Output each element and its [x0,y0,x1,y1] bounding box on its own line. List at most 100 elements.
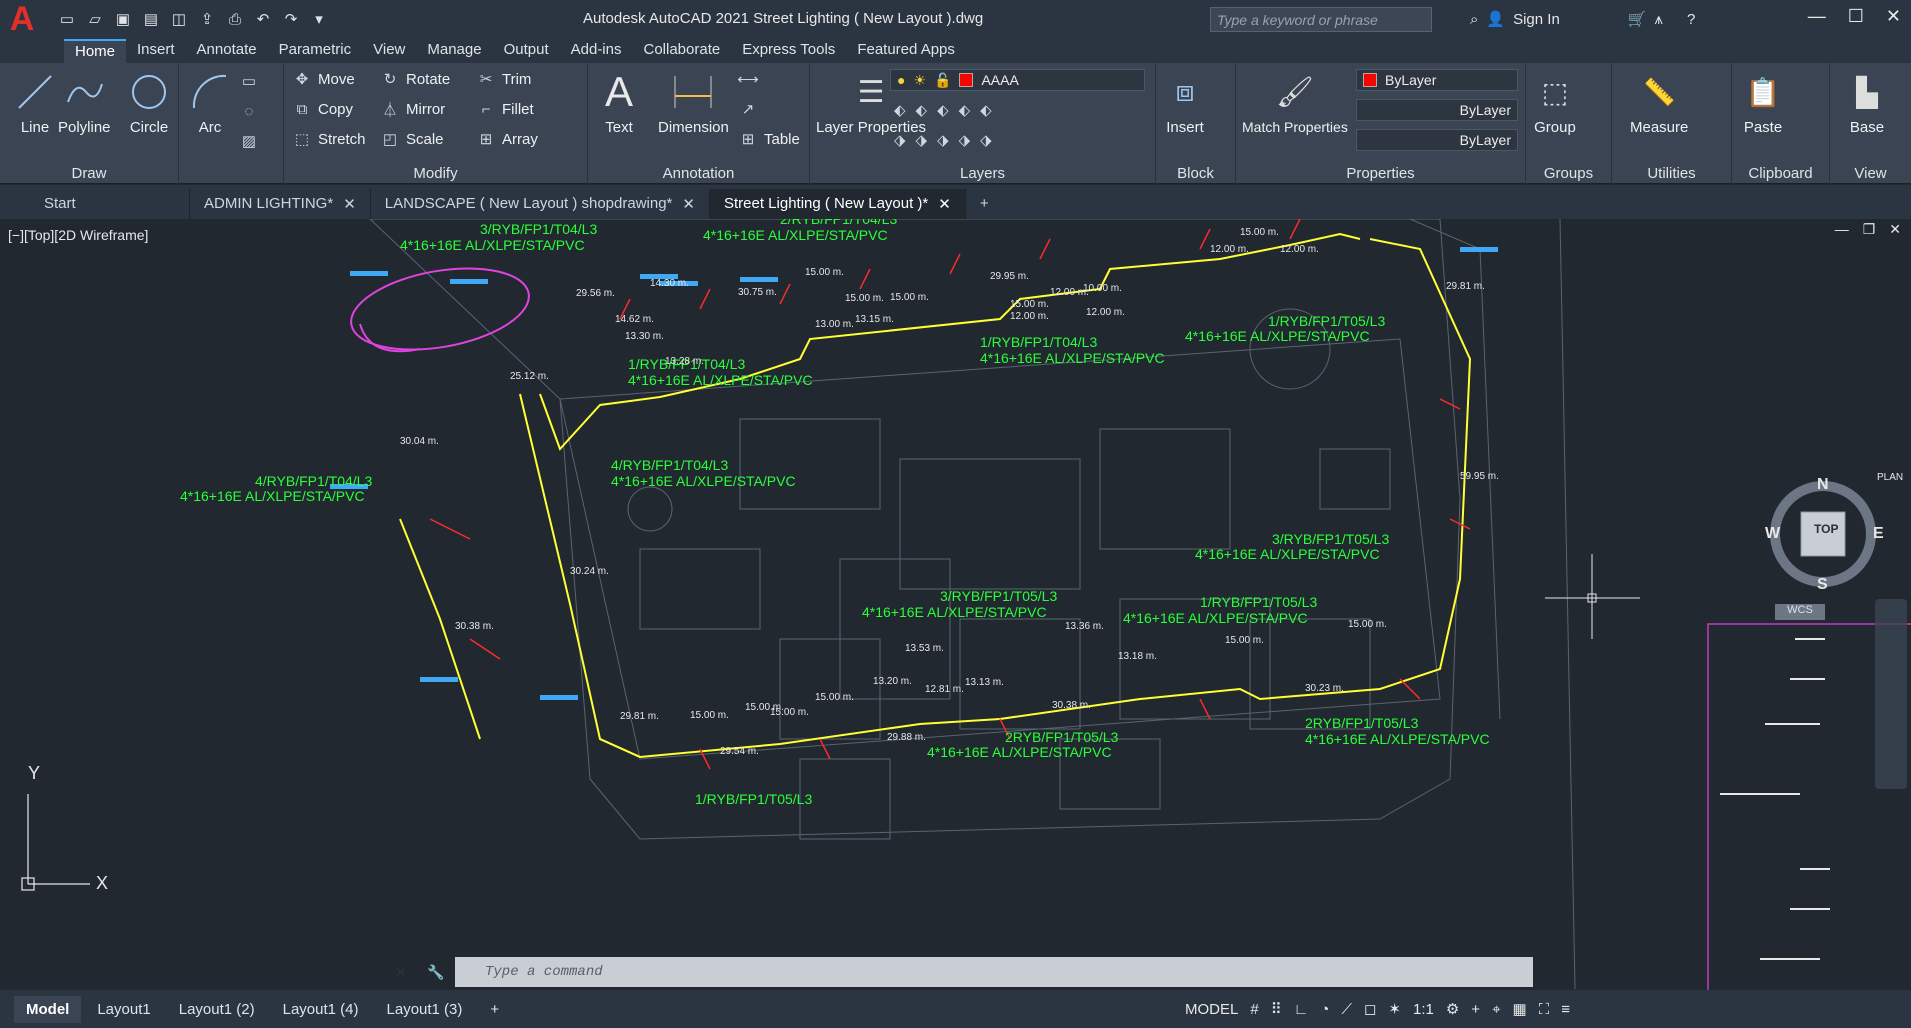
lineweight-dropdown[interactable]: ByLayer [1356,129,1518,151]
viewport-label[interactable]: [−][Top][2D Wireframe] [8,227,148,243]
insert-block-button[interactable]: ⧈ Insert [1162,69,1208,136]
base-view-button[interactable]: ▙ Base [1844,69,1890,137]
view-panel-title[interactable]: View [1830,165,1911,182]
modify-panel-title[interactable]: Modify [284,165,587,182]
snap-icon[interactable]: ⠿ [1271,1000,1282,1018]
groups-panel-title[interactable]: Groups [1526,165,1611,182]
paste-button[interactable]: 📋 Paste [1740,69,1786,137]
properties-panel-title[interactable]: Properties [1236,165,1525,182]
tab-manage[interactable]: Manage [416,39,492,63]
new-tab-button[interactable]: + [966,189,1003,219]
tab-annotate[interactable]: Annotate [186,39,268,63]
doc-tab-street-lighting[interactable]: Street Lighting ( New Layout )* ✕ [709,189,966,219]
open-web-icon[interactable]: ◫ [170,11,188,29]
tab-model[interactable]: Model [14,995,82,1023]
share-icon[interactable]: ⇪ [198,11,216,29]
close-icon[interactable]: ✕ [1886,6,1901,27]
layer-tools-row-1[interactable]: ⬖⬖⬖⬖⬖ [894,101,1002,119]
text-button[interactable]: A Text [596,68,642,136]
save-as-icon[interactable]: ▤ [142,11,160,29]
arc-button[interactable]: Arc [187,69,233,136]
drawing-canvas[interactable]: 3/RYB/FP1/T04/L3 4*16+16E AL/XLPE/STA/PV… [0,219,1911,990]
tab-parametric[interactable]: Parametric [268,39,363,63]
hatch-button[interactable]: ◌ [239,101,259,121]
viewcube-top-face[interactable]: TOP [1814,522,1838,536]
isolate-objects-icon[interactable]: ⌖ [1492,1001,1500,1018]
open-icon[interactable]: ▱ [86,11,104,29]
command-input[interactable]: Type a command [485,964,603,980]
tab-layout1-3[interactable]: Layout1 (3) [375,996,475,1023]
plot-icon[interactable]: ⎙ [226,11,244,29]
dimension-button[interactable]: Dimension [658,69,729,136]
sign-in[interactable]: ⌕ 👤 Sign In 🛒 ⩚ ? [1470,10,1695,29]
array-button[interactable]: ⊞ Array [476,129,538,149]
linetype-dropdown[interactable]: ByLayer [1356,99,1518,121]
viewcube-east[interactable]: E [1873,525,1884,543]
ortho-icon[interactable]: ∟ [1294,1001,1309,1018]
tab-collaborate[interactable]: Collaborate [632,39,731,63]
measure-button[interactable]: 📏 Measure [1630,69,1688,137]
fullscreen-icon[interactable]: ⛶ [1539,1001,1550,1018]
draw-panel-title[interactable]: Draw [0,165,178,182]
line-button[interactable]: Line [12,69,58,136]
tab-layout1[interactable]: Layout1 [85,996,162,1023]
group-button[interactable]: ⬚ Group [1532,69,1578,137]
tab-view[interactable]: View [362,39,416,63]
tab-add-ins[interactable]: Add-ins [560,39,633,63]
autodesk-a360-icon[interactable]: ⩚ [1654,11,1662,28]
linear-dimension-button[interactable]: ⟷ [737,69,759,89]
close-viewport-icon[interactable]: ✕ [1889,221,1901,238]
restore-viewport-icon[interactable]: ❐ [1863,221,1876,238]
rectangle-button[interactable]: ▭ [239,71,259,91]
hardware-acceleration-icon[interactable]: ▦ [1513,1000,1527,1018]
customize-qat-icon[interactable]: ▾ [310,11,328,29]
cart-icon[interactable]: 🛒 [1628,10,1647,28]
new-icon[interactable]: ▭ [58,11,76,29]
close-tab-icon[interactable]: ✕ [938,195,951,213]
viewcube-north[interactable]: N [1817,476,1829,494]
close-tab-icon[interactable]: ✕ [343,195,356,213]
match-properties-button[interactable]: 🖌 Match Properties [1242,69,1348,136]
table-button[interactable]: ⊞ Table [738,129,800,149]
wrench-icon[interactable]: 🔧 [427,964,444,981]
doc-tab-landscape[interactable]: LANDSCAPE ( New Layout ) shopdrawing* ✕ [371,189,710,219]
model-space-toggle[interactable]: MODEL [1185,1001,1238,1018]
close-tab-icon[interactable]: ✕ [682,195,695,213]
annotation-scale[interactable]: 1:1 [1413,1001,1434,1018]
wcs-menu[interactable]: WCS [1775,604,1825,620]
color-dropdown[interactable]: ByLayer [1356,69,1518,91]
doc-tab-start[interactable]: Start [0,189,190,219]
osnap-icon[interactable]: ◻ [1364,1000,1376,1018]
maximize-icon[interactable]: ☐ [1848,6,1864,27]
trim-button[interactable]: ✂ Trim [476,69,532,89]
circle-button[interactable]: Circle [126,69,172,136]
fillet-button[interactable]: ⌐ Fillet [476,99,534,119]
annotation-visibility-icon[interactable]: ✶ [1388,1000,1401,1018]
rotate-button[interactable]: ↻ Rotate [380,69,451,89]
undo-icon[interactable]: ↶ [254,11,272,29]
redo-icon[interactable]: ↷ [282,11,300,29]
search-icon[interactable]: ⌕ [1470,11,1478,28]
sign-in-label[interactable]: Sign In [1513,11,1560,28]
polyline-button[interactable]: Polyline [58,69,111,136]
help-icon[interactable]: ? [1687,11,1695,28]
layer-dropdown[interactable]: ● ☀ 🔓 AAAA [890,69,1145,91]
tab-layout1-4[interactable]: Layout1 (4) [271,996,371,1023]
isodraft-icon[interactable]: ⟋ [1341,1001,1352,1018]
help-search-input[interactable]: Type a keyword or phrase [1210,7,1432,32]
scale-button[interactable]: ◰ Scale [380,129,444,149]
command-line[interactable]: ✕ 🔧 Type a command [395,957,1533,987]
annotation-panel-title[interactable]: Annotation [588,165,809,182]
add-layout-button[interactable]: + [478,996,511,1023]
navigation-bar[interactable] [1875,599,1907,789]
doc-tab-admin-lighting[interactable]: ADMIN LIGHTING* ✕ [190,189,371,219]
utilities-panel-title[interactable]: Utilities [1612,165,1731,182]
block-panel-title[interactable]: Block [1156,165,1235,182]
customize-status-icon[interactable]: ≡ [1561,1001,1570,1018]
plus-icon[interactable]: + [1471,1001,1480,1018]
tab-layout1-2[interactable]: Layout1 (2) [167,996,267,1023]
layer-tools-row-2[interactable]: ⬗⬗⬗⬗⬗ [894,131,1002,149]
grid-icon[interactable]: # [1250,1001,1258,1018]
tab-home[interactable]: Home [64,39,127,63]
gradient-button[interactable]: ▨ [239,131,259,151]
